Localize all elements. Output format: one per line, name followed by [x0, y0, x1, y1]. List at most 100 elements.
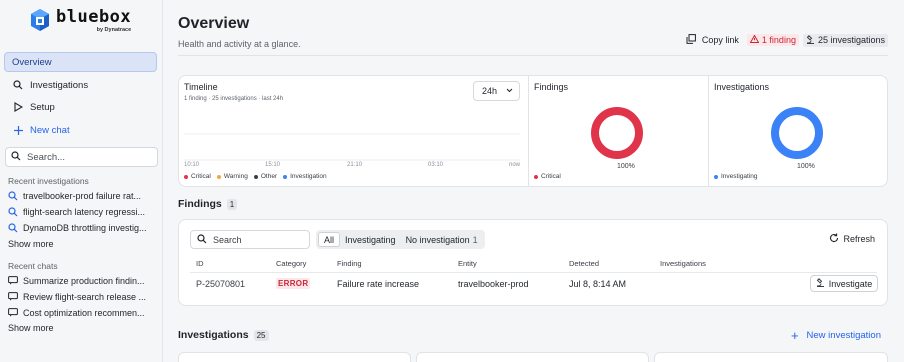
findings-count-badge[interactable]: 1 finding [746, 34, 799, 46]
finding-id: P-25070801 [196, 279, 246, 289]
column-header[interactable]: Investigations [660, 259, 706, 268]
legend-label: Critical [191, 173, 211, 180]
recent-chat-label: Review flight-search release ... [23, 291, 147, 302]
investigations-legend: Investigating [714, 173, 764, 180]
findings-search[interactable] [190, 230, 310, 249]
investigations-percent: 100% [797, 163, 815, 170]
findings-percent: 100% [617, 163, 635, 170]
column-header[interactable]: Finding [337, 259, 362, 268]
search-icon [11, 151, 21, 163]
chat-icon [8, 308, 19, 317]
legend-item: Warning [216, 173, 248, 180]
chat-icon [8, 292, 19, 301]
recent-chat-item[interactable]: Summarize production findin... [8, 273, 158, 288]
investigate-button[interactable]: Investigate [810, 275, 878, 292]
column-header[interactable]: ID [196, 259, 204, 268]
header-divider [178, 55, 888, 56]
show-more-investigations[interactable]: Show more [8, 239, 54, 249]
page-title: Overview [178, 15, 250, 32]
findings-search-input[interactable] [213, 234, 303, 245]
overview-stats-card: Timeline 1 finding · 25 investigations ·… [178, 75, 888, 187]
main-content: Overview Health and activity at a glance… [164, 0, 904, 362]
bluebox-logo-icon [30, 8, 50, 32]
filter-investigating[interactable]: Investigating [340, 232, 401, 247]
timeline-title: Timeline [184, 82, 218, 92]
tick-label: 03:10 [428, 162, 444, 168]
investigation-card[interactable] [178, 352, 411, 362]
findings-count: 1 [226, 198, 238, 210]
findings-section-title: Findings 1 [178, 198, 238, 210]
legend-dot [714, 174, 718, 179]
findings-donut [591, 107, 643, 159]
refresh-icon [829, 233, 839, 245]
findings-title: Findings [178, 198, 222, 210]
filter-label: No investigation [405, 234, 470, 245]
legend-item: Critical [184, 173, 211, 180]
copy-link-button[interactable]: Copy link [686, 34, 739, 46]
sidebar-item-setup[interactable]: Setup [4, 97, 157, 117]
timeline-panel: Timeline 1 finding · 25 investigations ·… [179, 76, 528, 186]
recent-chat-item[interactable]: Cost optimization recommen... [8, 305, 158, 320]
new-investigation-button[interactable]: + New investigation [791, 329, 881, 342]
new-chat-label: New chat [30, 124, 70, 136]
sidebar-search-input[interactable] [27, 151, 147, 163]
investigation-card[interactable] [654, 352, 888, 362]
filter-all[interactable]: All [318, 232, 341, 247]
time-range-select[interactable]: 24h [473, 81, 520, 101]
legend-label: Other [260, 173, 278, 180]
legend-dot [253, 174, 258, 179]
header-actions: Copy link 1 finding 25 investigations [686, 33, 888, 47]
category-badge: ERROR [276, 278, 311, 289]
findings-badge-label: 1 finding [761, 35, 796, 45]
show-more-chats[interactable]: Show more [8, 323, 54, 333]
investigations-panel: Investigations 100% Investigating [709, 76, 889, 186]
findings-card: All Investigating No investigation1 Refr… [178, 219, 888, 306]
investigations-count: 25 [253, 329, 269, 341]
legend-label: Investigating [721, 173, 758, 180]
microscope-icon [806, 34, 815, 46]
brand-name: bluebox [56, 7, 132, 27]
brand-sub: by Dynatrace [96, 27, 132, 33]
column-header[interactable]: Category [276, 259, 306, 268]
finding-name: Failure rate increase [337, 279, 420, 289]
column-header[interactable]: Entity [458, 259, 477, 268]
column-header[interactable]: Detected [569, 259, 599, 268]
timeline-ticks: 10:10 15:10 21:10 03:10 now [184, 162, 520, 170]
timeline-chart [184, 133, 520, 161]
investigation-card[interactable] [416, 352, 649, 362]
new-chat-button[interactable]: New chat [4, 120, 157, 140]
recent-chats-label: Recent chats [8, 261, 58, 271]
recent-investigation-item[interactable]: DynamoDB throttling investig... [8, 220, 158, 235]
sidebar-item-investigations[interactable]: Investigations [4, 75, 157, 95]
recent-investigation-item[interactable]: travelbooker-prod failure rat... [8, 188, 158, 203]
investigations-count-badge[interactable]: 25 investigations [802, 33, 888, 47]
recent-chat-label: Summarize production findin... [23, 275, 145, 286]
sidebar-search[interactable] [5, 147, 158, 167]
recent-investigation-label: flight-search latency regressi... [23, 206, 146, 217]
legend-label: Investigation [290, 173, 327, 180]
legend-item: Investigating [714, 173, 758, 180]
findings-legend: Critical [534, 173, 567, 180]
recent-investigation-label: DynamoDB throttling investig... [23, 222, 147, 233]
finding-detected: Jul 8, 8:14 AM [569, 279, 627, 289]
investigations-title: Investigations [178, 329, 249, 341]
findings-filter: All Investigating No investigation 1 [316, 230, 485, 249]
filter-no-investigation[interactable]: No investigation 1 [401, 232, 483, 247]
filter-label: Investigating [345, 234, 396, 245]
recent-chat-item[interactable]: Review flight-search release ... [8, 289, 158, 304]
refresh-button[interactable]: Refresh [829, 233, 875, 245]
filter-count: 1 [472, 234, 478, 245]
search-icon [11, 80, 25, 90]
investigations-donut [771, 107, 823, 159]
timeline-subtitle: 1 finding · 25 investigations · last 24h [184, 96, 284, 102]
sidebar-item-overview[interactable]: Overview [4, 52, 157, 72]
recent-investigations-label: Recent investigations [8, 176, 89, 186]
investigate-label: Investigate [828, 278, 873, 289]
legend-item: Other [253, 173, 278, 180]
recent-investigation-item[interactable]: flight-search latency regressi... [8, 204, 158, 219]
sidebar-item-label: Setup [30, 101, 55, 113]
copy-icon [686, 34, 696, 46]
table-header-divider [190, 272, 877, 273]
brand-logo[interactable]: bluebox by Dynatrace [30, 8, 131, 40]
new-investigation-label: New investigation [806, 330, 881, 341]
